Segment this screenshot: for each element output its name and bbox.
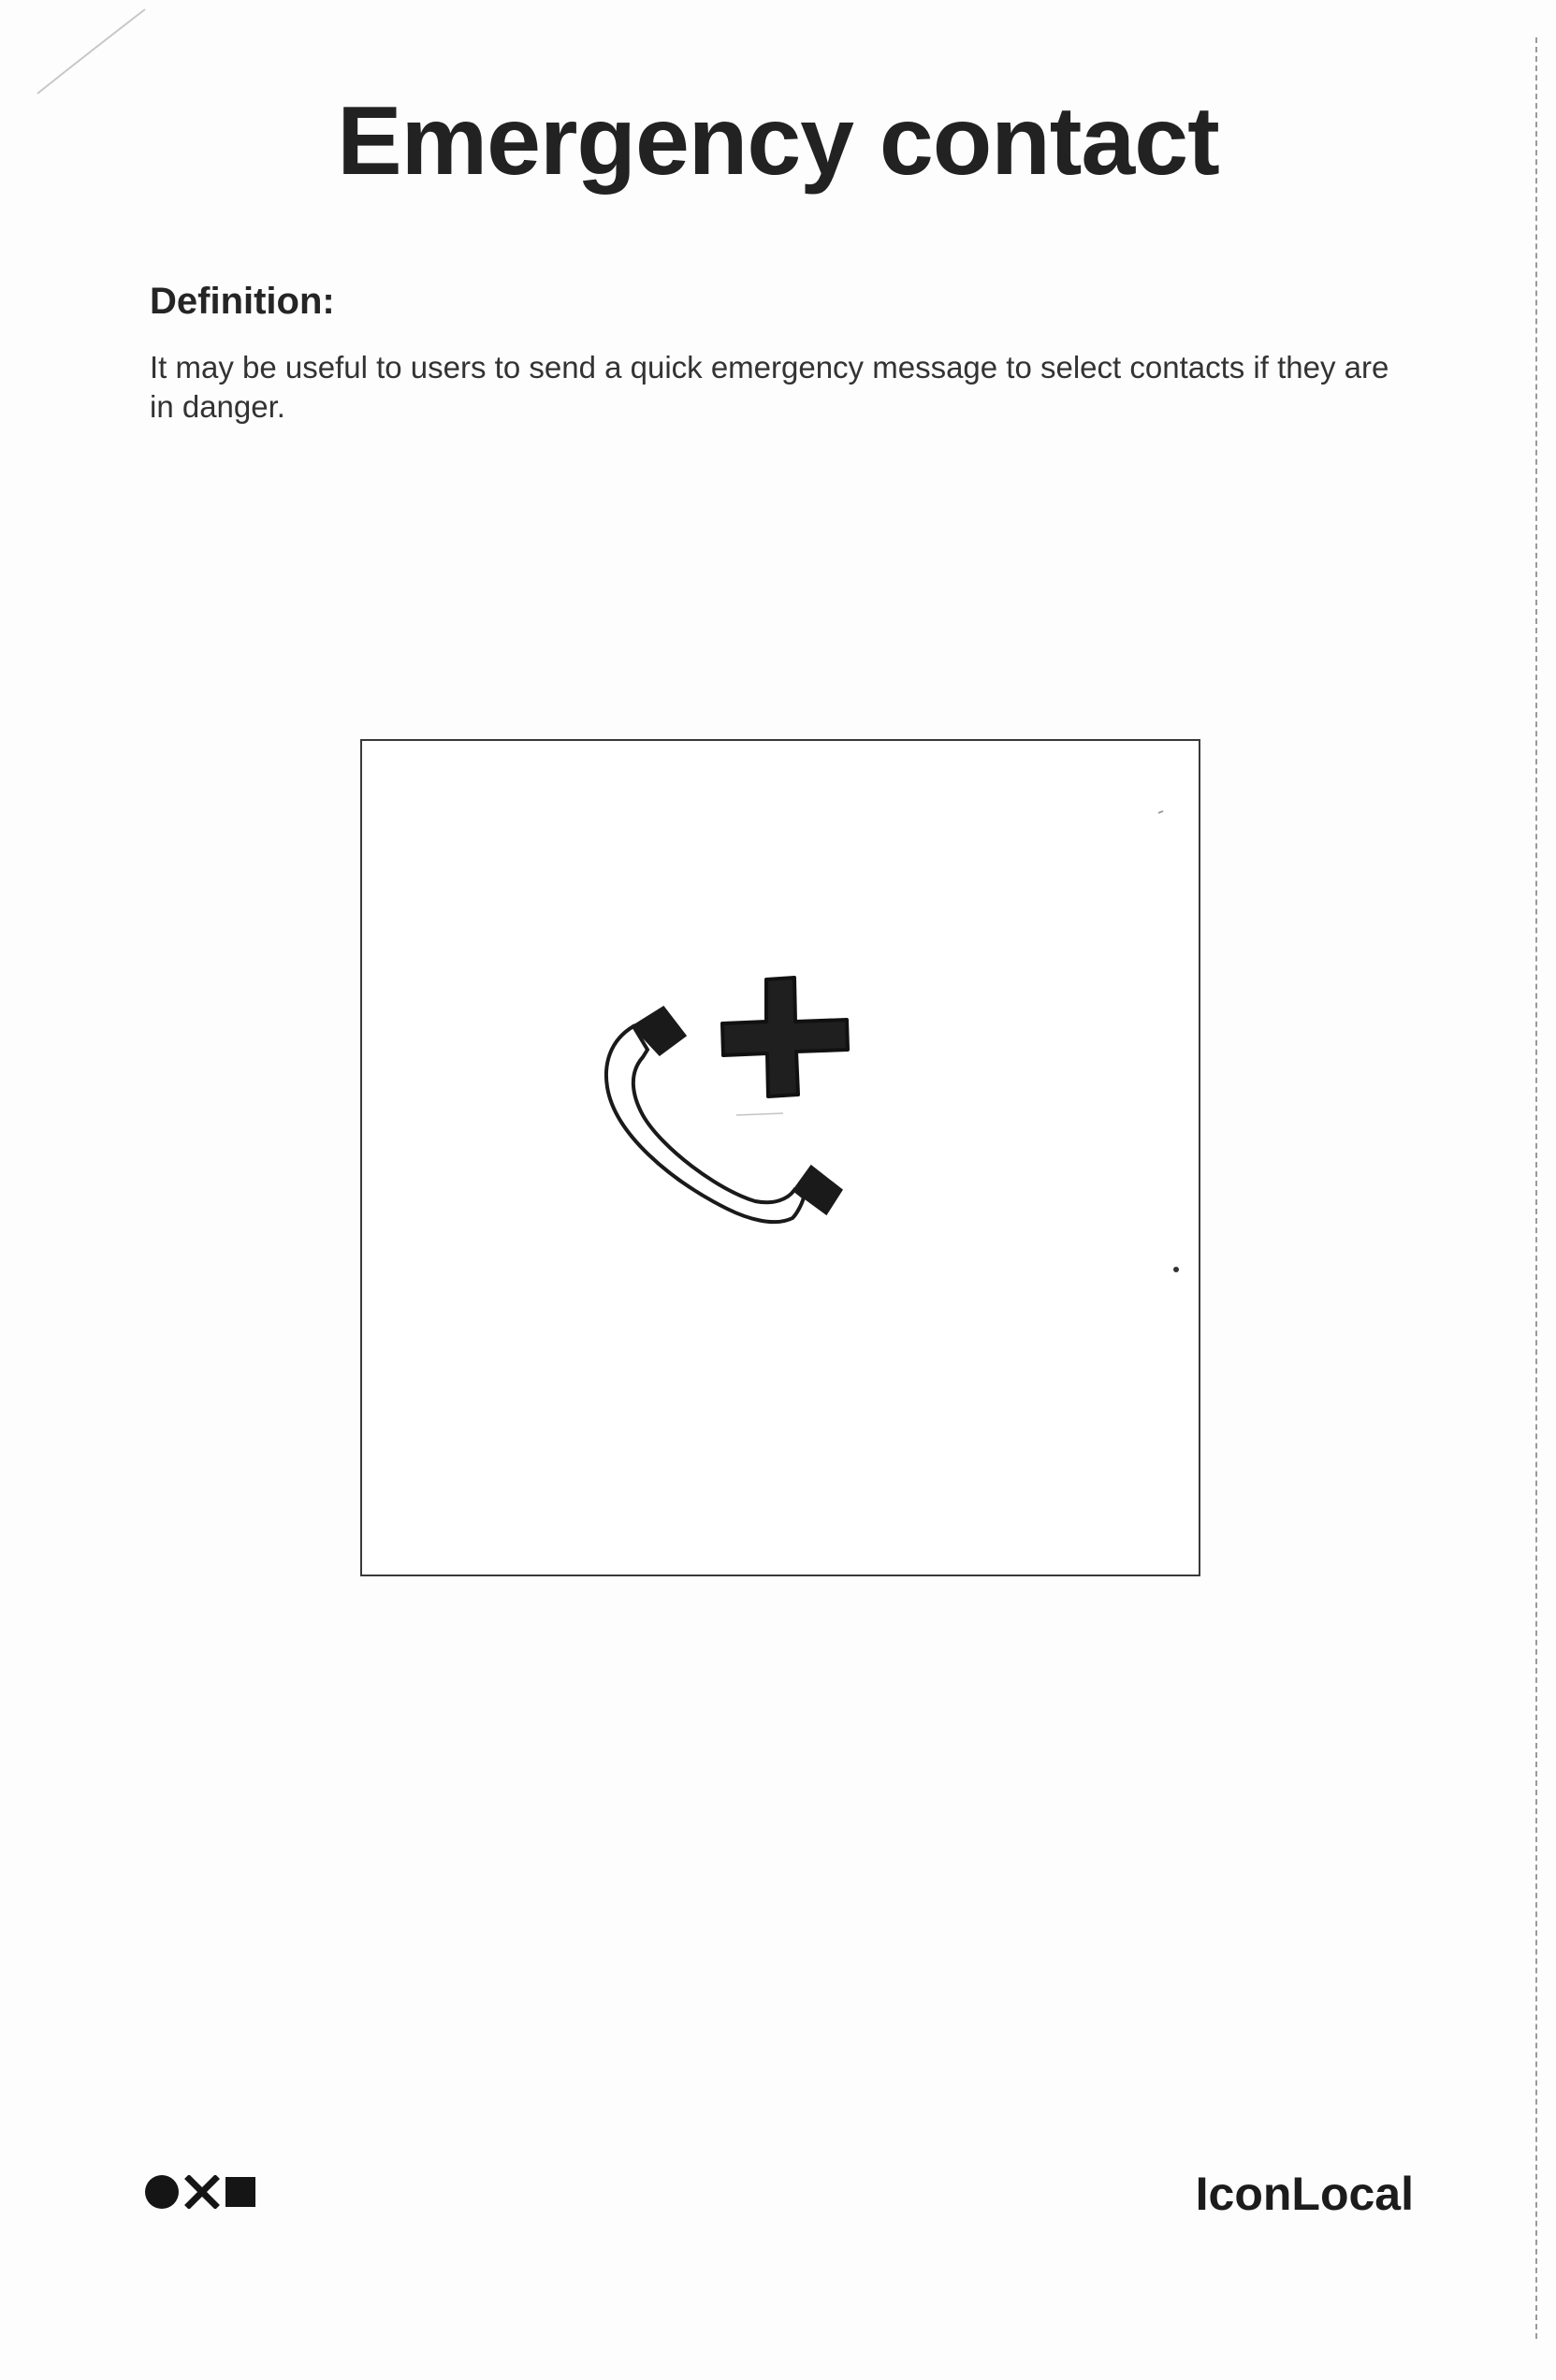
square-icon [225, 2177, 255, 2207]
stray-tick [1157, 810, 1164, 814]
circle-icon [145, 2175, 179, 2209]
sketch-frame [360, 739, 1200, 1576]
sketch-drawing [604, 810, 1179, 1272]
stray-dot [1173, 1267, 1179, 1272]
stray-line [735, 1112, 784, 1116]
page-title: Emergency contact [337, 87, 1219, 196]
x-icon [184, 2175, 220, 2209]
medical-cross-icon [720, 976, 850, 1098]
brand-name: IconLocal [1195, 2168, 1414, 2220]
definition-text: It may be useful to users to send a quic… [150, 350, 1389, 424]
template-page: Emergency contact Definition: It may be … [0, 0, 1556, 2380]
definition-heading: Definition: [150, 281, 335, 322]
brand-icons [145, 2172, 255, 2212]
cut-line [1535, 37, 1537, 2339]
